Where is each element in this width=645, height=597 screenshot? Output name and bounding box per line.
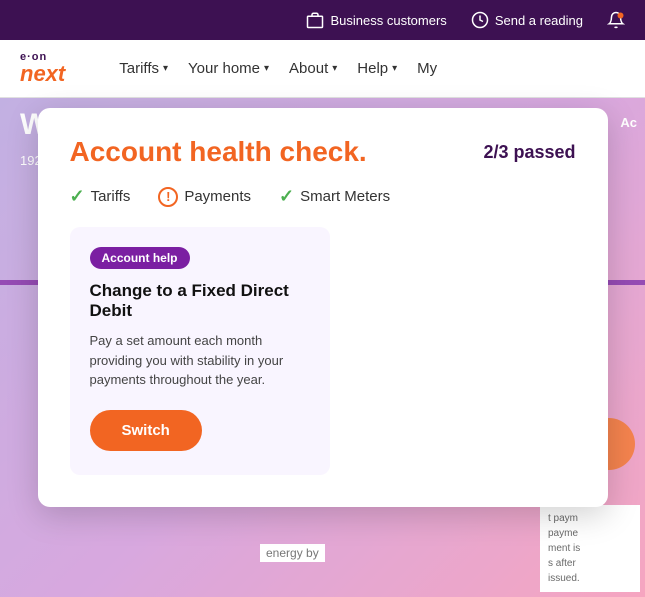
health-items: ✓ Tariffs ! Payments ✓ Smart Meters <box>70 186 576 207</box>
nav-tariffs-label: Tariffs <box>119 60 159 77</box>
business-icon <box>306 11 324 29</box>
modal-overlay: Account health check. 2/3 passed ✓ Tarif… <box>0 98 645 597</box>
nav-bar: e·on next Tariffs ▾ Your home ▾ About ▾ … <box>0 40 645 98</box>
nav-items: Tariffs ▾ Your home ▾ About ▾ Help ▾ My <box>113 56 625 81</box>
switch-button[interactable]: Switch <box>90 410 202 451</box>
about-chevron-icon: ▾ <box>332 63 337 74</box>
nav-my[interactable]: My <box>411 56 443 81</box>
card-title: Change to a Fixed Direct Debit <box>90 281 310 321</box>
account-help-card: Account help Change to a Fixed Direct De… <box>70 227 330 475</box>
send-reading-link[interactable]: Send a reading <box>471 11 583 29</box>
card-tag: Account help <box>90 247 190 269</box>
top-bar: Business customers Send a reading <box>0 0 645 40</box>
health-item-tariffs: ✓ Tariffs <box>70 186 131 207</box>
nav-about[interactable]: About ▾ <box>283 56 343 81</box>
send-reading-label: Send a reading <box>495 13 583 28</box>
health-item-payments: ! Payments <box>158 186 251 207</box>
nav-tariffs[interactable]: Tariffs ▾ <box>113 56 174 81</box>
health-check-modal: Account health check. 2/3 passed ✓ Tarif… <box>38 108 608 507</box>
health-item-smart-meters: ✓ Smart Meters <box>279 186 390 207</box>
card-body: Pay a set amount each month providing yo… <box>90 331 310 390</box>
meter-icon <box>471 11 489 29</box>
nav-your-home-label: Your home <box>188 60 260 77</box>
business-customers-label: Business customers <box>330 13 446 28</box>
nav-help-label: Help <box>357 60 388 77</box>
modal-title: Account health check. <box>70 136 367 168</box>
modal-passed: 2/3 passed <box>483 142 575 163</box>
bell-icon <box>607 11 625 29</box>
nav-your-home[interactable]: Your home ▾ <box>182 56 275 81</box>
nav-help[interactable]: Help ▾ <box>351 56 403 81</box>
smart-meters-check-icon: ✓ <box>279 186 294 207</box>
logo-next: next <box>20 63 65 85</box>
nav-my-label: My <box>417 60 437 77</box>
business-customers-link[interactable]: Business customers <box>306 11 446 29</box>
health-tariffs-label: Tariffs <box>91 188 131 205</box>
logo[interactable]: e·on next <box>20 52 65 85</box>
payments-warning-icon: ! <box>158 187 178 207</box>
help-chevron-icon: ▾ <box>392 63 397 74</box>
health-payments-label: Payments <box>184 188 251 205</box>
tariffs-check-icon: ✓ <box>70 186 85 207</box>
tariffs-chevron-icon: ▾ <box>163 63 168 74</box>
health-smart-meters-label: Smart Meters <box>300 188 390 205</box>
nav-about-label: About <box>289 60 328 77</box>
notification-bell[interactable] <box>607 11 625 29</box>
modal-header: Account health check. 2/3 passed <box>70 136 576 168</box>
your-home-chevron-icon: ▾ <box>264 63 269 74</box>
